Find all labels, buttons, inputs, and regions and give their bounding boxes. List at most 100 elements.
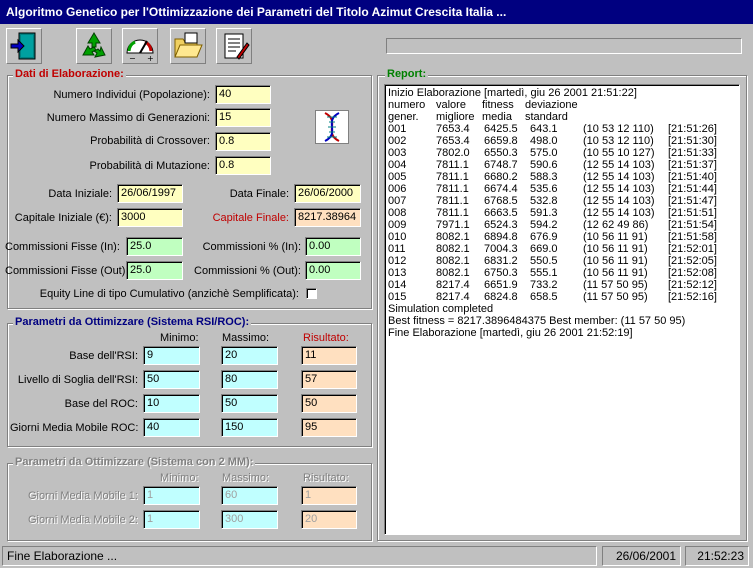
capitale-iniziale-field[interactable]: 3000	[117, 208, 183, 227]
comm-fisse-out-field[interactable]: 25.0	[126, 261, 183, 280]
gauge-button[interactable]: − +	[122, 28, 158, 64]
rsi-min-field[interactable]: 40	[143, 418, 200, 437]
report-cell-time: [21:51:54]	[668, 219, 717, 231]
mm-result-field: 1	[301, 486, 357, 505]
individui-field[interactable]: 40	[215, 85, 271, 104]
report-cell-genes: (10 53 12 110)	[583, 135, 654, 147]
comm-perc-in-label: Commissioni % (In):	[202, 241, 301, 253]
report-row: 012 8082.1 6831.2 550.5 (10 56 11 91) [21:52:…	[388, 255, 736, 267]
report-row: 015 8217.4 6824.8 658.5 (11 57 50 95) [21:52:…	[388, 291, 736, 303]
window-title: Algoritmo Genetico per l'Ottimizzazione …	[0, 0, 753, 24]
notes-button[interactable]	[216, 28, 252, 64]
report-textarea[interactable]: Inizio Elaborazione [martedì, giu 26 200…	[384, 84, 740, 535]
comm-perc-out-field[interactable]: 0.00	[305, 261, 361, 280]
report-cell-n: 001	[388, 123, 407, 135]
mutazione-field[interactable]: 0.8	[215, 156, 271, 175]
mm-min-field: 1	[143, 510, 200, 529]
capitale-finale-label: Capitale Finale:	[212, 212, 289, 224]
rsi-max-field[interactable]: 150	[221, 418, 278, 437]
report-cell-n: 013	[388, 267, 407, 279]
progress-bar	[386, 38, 742, 54]
report-cell-best: 8217.4	[436, 279, 470, 291]
report-cell-genes: (10 53 12 110)	[583, 123, 654, 135]
rsi-min-field[interactable]: 10	[143, 394, 200, 413]
report-cell-genes: (12 55 14 103)	[583, 195, 655, 207]
report-cell-avg: 6750.3	[484, 267, 518, 279]
report-cell-time: [21:51:33]	[668, 147, 717, 159]
report-cell-dev: 555.1	[530, 267, 558, 279]
mm-row-label: Giorni Media Mobile 1:	[27, 490, 138, 502]
report-cell-dev: 575.0	[530, 147, 558, 159]
report-header: Inizio Elaborazione [martedì, giu 26 200…	[388, 87, 637, 99]
report-cell-n: 008	[388, 207, 407, 219]
report-cell-best: 8217.4	[436, 291, 470, 303]
report-cell-n: 014	[388, 279, 407, 291]
report-cell-genes: (11 57 50 95)	[583, 291, 648, 303]
report-col-header: numero	[388, 99, 426, 111]
report-end-line: Fine Elaborazione [martedì, giu 26 2001 …	[388, 327, 633, 339]
report-cell-time: [21:51:30]	[668, 135, 717, 147]
report-cell-avg: 6550.3	[484, 147, 518, 159]
report-cell-best: 7971.1	[436, 219, 470, 231]
report-col-header: gener.	[388, 111, 419, 123]
report-cell-n: 005	[388, 171, 407, 183]
report-cell-n: 006	[388, 183, 407, 195]
comm-fisse-in-label: Commissioni Fisse (In):	[5, 241, 120, 253]
comm-perc-in-field[interactable]: 0.00	[305, 237, 361, 256]
report-cell-time: [21:52:08]	[668, 267, 717, 279]
rsi-max-field[interactable]: 20	[221, 346, 278, 365]
report-cell-n: 012	[388, 255, 407, 267]
report-cell-n: 003	[388, 147, 407, 159]
mm-max-field: 300	[221, 510, 278, 529]
report-cell-best: 8082.1	[436, 231, 470, 243]
open-button[interactable]	[170, 28, 206, 64]
rsi-row-label: Livello di Soglia dell'RSI:	[17, 374, 138, 386]
rsi-max-field[interactable]: 50	[221, 394, 278, 413]
report-cell-best: 7802.0	[436, 147, 470, 159]
data-finale-field[interactable]: 26/06/2000	[294, 184, 361, 203]
report-cell-genes: (10 56 11 91)	[583, 267, 648, 279]
report-col-header: valore	[436, 99, 466, 111]
mm-result-field: 20	[301, 510, 357, 529]
report-cell-dev: 669.0	[530, 243, 558, 255]
report-cell-avg: 6425.5	[484, 123, 518, 135]
report-cell-n: 002	[388, 135, 407, 147]
rsi-min-field[interactable]: 50	[143, 370, 200, 389]
generazioni-field[interactable]: 15	[215, 108, 271, 127]
exit-button[interactable]	[6, 28, 42, 64]
rsi-max-field[interactable]: 80	[221, 370, 278, 389]
data-iniziale-field[interactable]: 26/06/1997	[117, 184, 183, 203]
report-cell-genes: (12 62 49 86)	[583, 219, 649, 231]
crossover-field[interactable]: 0.8	[215, 132, 271, 151]
mm-max-field: 60	[221, 486, 278, 505]
report-cell-dev: 588.3	[530, 171, 558, 183]
report-row: 005 7811.1 6680.2 588.3 (12 55 14 103) [21:51…	[388, 171, 736, 183]
report-cell-avg: 6663.5	[484, 207, 518, 219]
report-row: 011 8082.1 7004.3 669.0 (10 56 11 91) [21:52:…	[388, 243, 736, 255]
mm-row-label: Giorni Media Mobile 2:	[27, 514, 138, 526]
report-cell-avg: 7004.3	[484, 243, 518, 255]
rsi-min-field[interactable]: 9	[143, 346, 200, 365]
equity-checkbox[interactable]	[306, 288, 317, 299]
report-cell-dev: 532.8	[530, 195, 558, 207]
report-cell-genes: (10 55 10 127)	[583, 147, 655, 159]
report-cell-time: [21:51:26]	[668, 123, 717, 135]
mm-col-min: Minimo:	[160, 472, 199, 484]
notes-icon	[224, 33, 250, 60]
rsi-row-label: Base del ROC:	[64, 398, 138, 410]
report-cell-avg: 6674.4	[484, 183, 518, 195]
rsi-col-res: Risultato:	[303, 332, 349, 344]
report-cell-genes: (10 56 11 91)	[583, 231, 648, 243]
elaborazione-title: Dati di Elaborazione:	[13, 68, 126, 81]
restart-button[interactable]	[76, 28, 112, 64]
comm-perc-out-label: Commissioni % (Out):	[194, 265, 301, 277]
report-cell-avg: 6768.5	[484, 195, 518, 207]
comm-fisse-in-field[interactable]: 25.0	[126, 237, 183, 256]
report-cell-time: [21:51:58]	[668, 231, 717, 243]
report-cell-best: 8082.1	[436, 267, 470, 279]
report-cell-avg: 6659.8	[484, 135, 518, 147]
rsi-col-max: Massimo:	[222, 332, 270, 344]
report-title: Report:	[385, 68, 429, 81]
equity-label: Equity Line di tipo Cumulativo (anzichè …	[39, 288, 299, 300]
rsi-result-field: 57	[301, 370, 357, 389]
